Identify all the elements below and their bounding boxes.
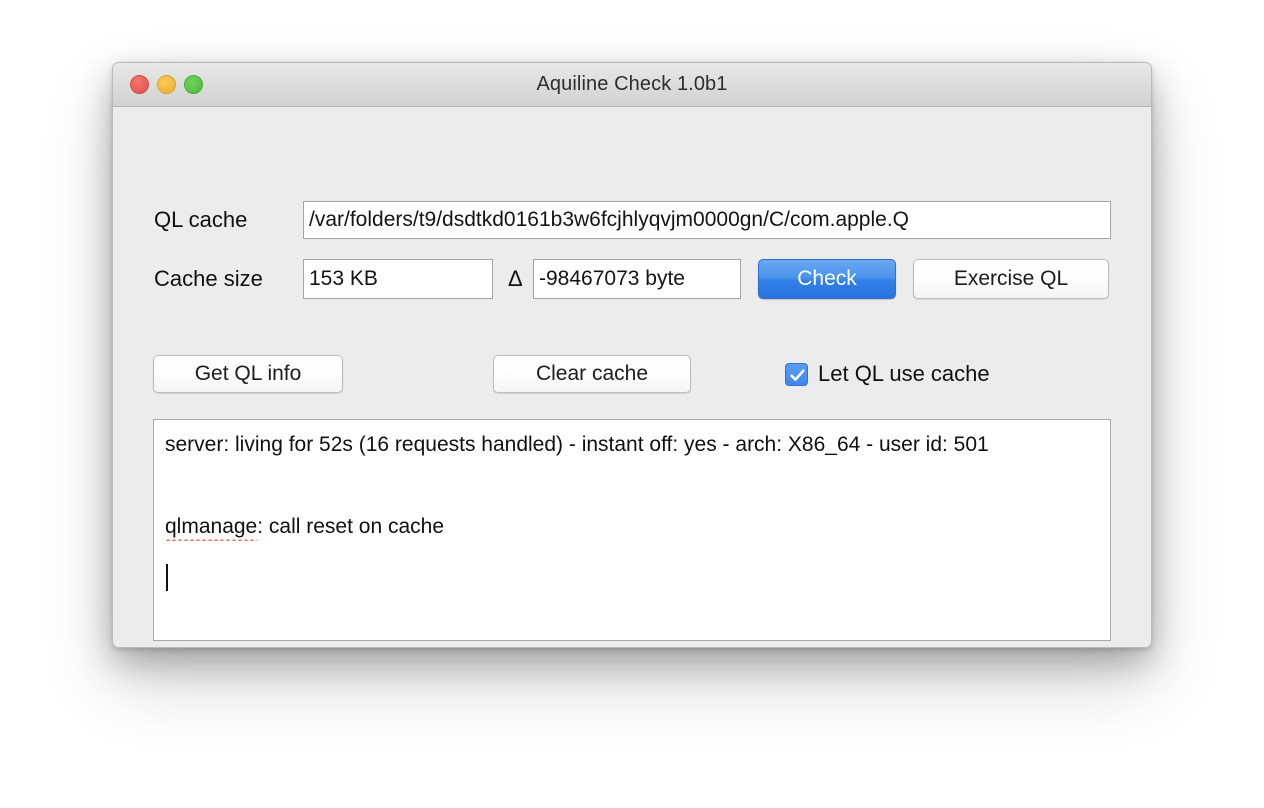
desktop-background: Aquiline Check 1.0b1 QL cache /var/folde… — [0, 0, 1264, 808]
window-title: Aquiline Check 1.0b1 — [536, 73, 728, 95]
cache-size-input[interactable]: 153 KB — [303, 259, 493, 299]
log-line-qlmanage: qlmanage: call reset on cache — [165, 512, 1098, 542]
window-titlebar[interactable]: Aquiline Check 1.0b1 — [113, 63, 1151, 107]
log-blank-line — [165, 460, 1098, 512]
log-line-server: server: living for 52s (16 requests hand… — [165, 433, 989, 456]
application-window: Aquiline Check 1.0b1 QL cache /var/folde… — [112, 62, 1152, 648]
window-content: QL cache /var/folders/t9/dsdtkd0161b3w6f… — [113, 107, 1151, 647]
clear-cache-button[interactable]: Clear cache — [493, 355, 691, 393]
cache-size-label: Cache size — [154, 266, 263, 291]
ql-cache-input[interactable]: /var/folders/t9/dsdtkd0161b3w6fcjhlyqvjm… — [303, 201, 1111, 239]
log-line-qlmanage-rest: : call reset on cache — [257, 515, 444, 538]
cache-size-delta-input[interactable]: -98467073 byte — [533, 259, 741, 299]
check-button[interactable]: Check — [758, 259, 896, 299]
log-caret-line — [165, 564, 1098, 594]
exercise-ql-button[interactable]: Exercise QL — [913, 259, 1109, 299]
let-ql-use-cache-label: Let QL use cache — [818, 361, 990, 386]
let-ql-use-cache-checkbox[interactable]: Let QL use cache — [785, 355, 990, 393]
text-caret — [166, 564, 168, 591]
delta-symbol: Δ — [508, 266, 523, 291]
checkmark-icon[interactable] — [785, 362, 808, 386]
misspelled-word: qlmanage — [165, 515, 258, 542]
log-output-textarea[interactable]: server: living for 52s (16 requests hand… — [153, 419, 1111, 641]
get-ql-info-button[interactable]: Get QL info — [153, 355, 343, 393]
ql-cache-label: QL cache — [154, 207, 248, 232]
